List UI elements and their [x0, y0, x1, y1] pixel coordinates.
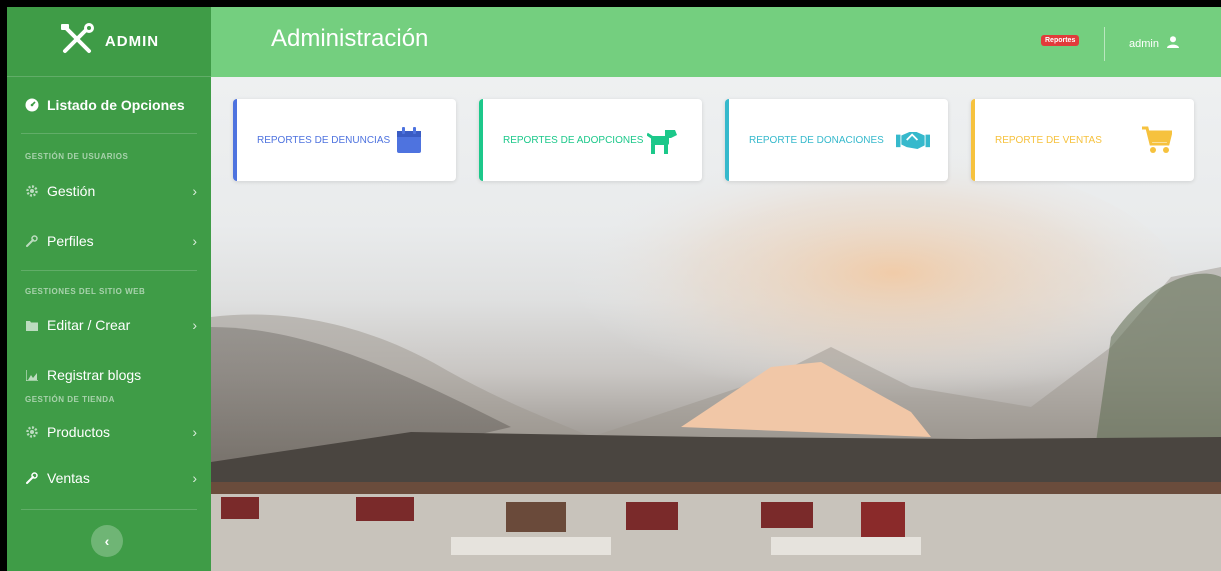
chevron-right-icon: › [192, 317, 197, 333]
user-icon [1166, 36, 1179, 51]
card-adopciones[interactable]: REPORTES DE ADOPCIONES [479, 99, 702, 181]
card-denuncias[interactable]: REPORTES DE DENUNCIAS [233, 99, 456, 181]
sidebar-item-label: Registrar blogs [47, 367, 142, 383]
wrench-icon [25, 471, 39, 485]
chevron-right-icon: › [192, 470, 197, 486]
shopping-cart-icon [1140, 123, 1174, 157]
heading-users: GESTIÓN DE USUARIOS [25, 152, 129, 161]
cog-icon [25, 425, 39, 439]
sidebar-options-label: Listado de Opciones [47, 97, 185, 113]
chevron-left-icon: ‹ [104, 533, 110, 549]
cog-icon [25, 184, 39, 198]
card-ventas-label: REPORTE DE VENTAS [995, 134, 1102, 146]
sidebar-item-gestion[interactable]: Gestión › [7, 172, 211, 210]
sidebar-item-label: Editar / Crear [47, 317, 131, 333]
sidebar-item-label: Perfiles [47, 233, 94, 249]
page-title: Administración [271, 25, 429, 52]
tools-icon [59, 23, 95, 60]
card-ventas[interactable]: REPORTE DE VENTAS [971, 99, 1194, 181]
chevron-right-icon: › [192, 183, 197, 199]
sidebar-divider [21, 270, 197, 271]
handshake-icon [896, 123, 930, 157]
user-name: admin [1129, 37, 1159, 50]
topbar: Administración Reportes admin [211, 7, 1221, 77]
chart-area-icon [25, 368, 39, 382]
dog-icon [646, 123, 680, 157]
wrench-icon [25, 234, 39, 248]
sidebar-item-productos[interactable]: Productos › [7, 413, 211, 451]
sidebar-item-label: Gestión [47, 183, 96, 199]
sidebar-divider [21, 509, 197, 510]
sidebar-item-editar[interactable]: Editar / Crear › [7, 307, 211, 343]
tachometer-icon [25, 98, 39, 112]
sidebar-item-ventas[interactable]: Ventas › [7, 459, 211, 497]
sidebar-item-perfiles[interactable]: Perfiles › [7, 222, 211, 260]
chevron-right-icon: › [192, 424, 197, 440]
sidebar-divider [21, 133, 197, 134]
user-menu[interactable]: admin [1129, 36, 1179, 51]
calendar-icon [392, 123, 426, 157]
sidebar-item-label: Ventas [47, 470, 90, 486]
sidebar-brand[interactable]: ADMIN [7, 7, 211, 77]
folder-icon [25, 318, 39, 332]
card-denuncias-label: REPORTES DE DENUNCIAS [257, 134, 391, 146]
topbar-divider [1104, 27, 1105, 61]
card-donaciones-label: REPORTE DE DONACIONES [749, 134, 884, 146]
sidebar: ADMIN Listado de Opciones GESTIÓN DE USU… [7, 7, 211, 571]
card-donaciones[interactable]: REPORTE DE DONACIONES [725, 99, 948, 181]
heading-store: GESTIÓN DE TIENDA [25, 395, 115, 404]
heading-site: GESTIONES DEL SITIO WEB [25, 287, 146, 296]
main-content: REPORTES DE DENUNCIAS REPORTES DE ADOPCI… [211, 77, 1221, 571]
sidebar-item-label: Productos [47, 424, 111, 440]
sidebar-item-options[interactable]: Listado de Opciones [7, 77, 211, 133]
chevron-right-icon: › [192, 233, 197, 249]
sidebar-item-blogs[interactable]: Registrar blogs [7, 357, 211, 393]
reports-badge[interactable]: Reportes [1041, 35, 1080, 46]
card-adopciones-label: REPORTES DE ADOPCIONES [503, 134, 644, 146]
brand-label: ADMIN [104, 33, 160, 50]
app-frame: ADMIN Listado de Opciones GESTIÓN DE USU… [7, 7, 1221, 571]
sidebar-toggle-button[interactable]: ‹ [91, 525, 123, 557]
